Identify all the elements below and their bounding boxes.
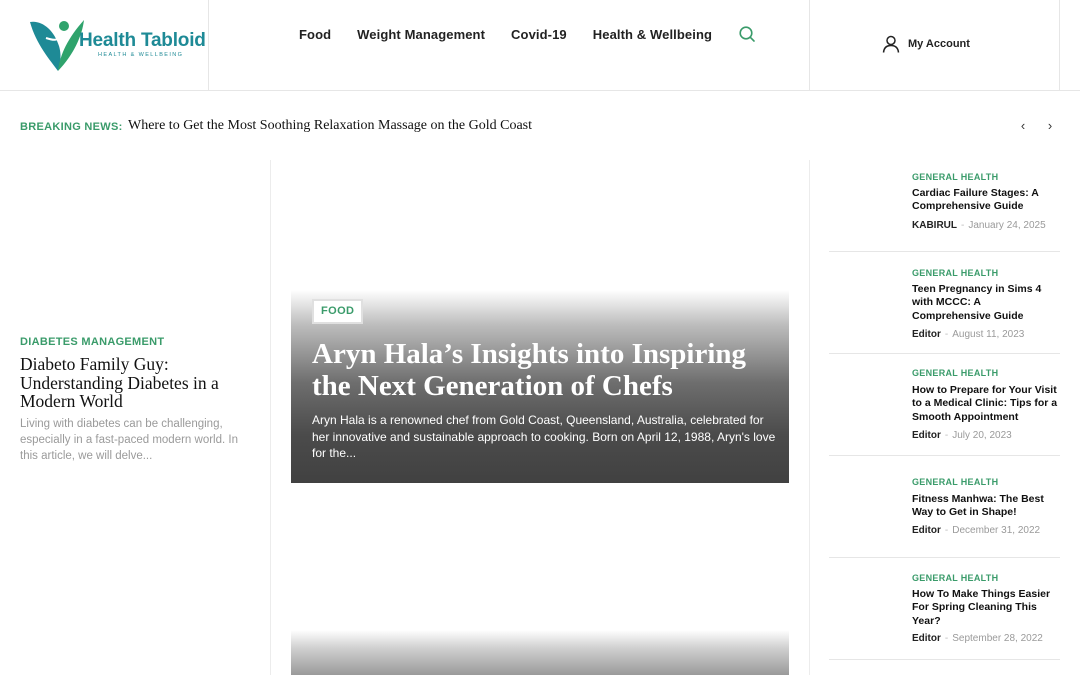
list-item-author[interactable]: Editor — [912, 329, 941, 340]
meta-separator: - — [944, 633, 949, 644]
user-icon — [882, 35, 900, 53]
list-item-date: August 11, 2023 — [952, 329, 1025, 340]
list-item-meta: Editor - September 28, 2022 — [912, 633, 1043, 644]
featured-post-title[interactable]: Aryn Hala’s Insights into Inspiring the … — [312, 338, 782, 402]
list-item-category[interactable]: GENERAL HEALTH — [912, 268, 998, 278]
chevron-left-icon[interactable]: ‹ — [1016, 118, 1030, 133]
list-item-author[interactable]: Editor — [912, 633, 941, 644]
main-nav: Food Weight Management Covid-19 Health &… — [299, 25, 756, 43]
column-divider — [270, 160, 271, 675]
logo-subtitle: HEALTH & WELLBEING — [98, 52, 184, 58]
list-item-title[interactable]: How to Prepare for Your Visit to a Medic… — [912, 384, 1060, 424]
breaking-news-headline[interactable]: Where to Get the Most Soothing Relaxatio… — [128, 118, 532, 134]
site-header: Health Tabloid HEALTH & WELLBEING Food W… — [0, 0, 1080, 91]
breaking-news-label: BREAKING NEWS: — [20, 121, 123, 133]
nav-item-health-wellbeing[interactable]: Health & Wellbeing — [593, 27, 712, 42]
meta-separator: - — [961, 220, 965, 231]
left-post-category[interactable]: DIABETES MANAGEMENT — [20, 336, 164, 348]
left-post-title[interactable]: Diabeto Family Guy: Understanding Diabet… — [20, 355, 250, 411]
my-account-label: My Account — [908, 38, 970, 50]
list-item-title[interactable]: Fitness Manhwa: The Best Way to Get in S… — [912, 493, 1060, 520]
left-post-excerpt: Living with diabetes can be challenging,… — [20, 418, 238, 462]
list-item-date: September 28, 2022 — [952, 633, 1043, 644]
meta-separator: - — [944, 430, 949, 441]
account-area: My Account — [809, 0, 1060, 90]
featured-category-badge[interactable]: FOOD — [312, 299, 364, 324]
my-account-link[interactable]: My Account — [882, 35, 970, 53]
list-item[interactable]: GENERAL HEALTH Teen Pregnancy in Sims 4 … — [829, 252, 1060, 354]
meta-separator: - — [944, 329, 949, 340]
list-item-author[interactable]: Editor — [912, 430, 941, 441]
list-item-category[interactable]: GENERAL HEALTH — [912, 573, 998, 583]
nav-item-weight-management[interactable]: Weight Management — [357, 27, 485, 42]
featured-post[interactable]: FOOD Aryn Hala’s Insights into Inspiring… — [291, 290, 789, 483]
list-item-category[interactable]: GENERAL HEALTH — [912, 172, 998, 182]
list-item-date: January 24, 2025 — [968, 220, 1046, 231]
breaking-news-bar: BREAKING NEWS: Where to Get the Most Soo… — [20, 118, 1060, 136]
meta-separator: - — [944, 525, 949, 536]
list-item-date: July 20, 2023 — [952, 430, 1012, 441]
list-item-author[interactable]: Editor — [912, 525, 941, 536]
second-featured-post[interactable] — [291, 630, 789, 675]
list-item-date: December 31, 2022 — [952, 525, 1041, 536]
list-item-meta: Editor - July 20, 2023 — [912, 430, 1012, 441]
list-item-author[interactable]: KABIRUL — [912, 220, 957, 231]
list-item-category[interactable]: GENERAL HEALTH — [912, 368, 998, 378]
nav-item-covid-19[interactable]: Covid-19 — [511, 27, 567, 42]
search-icon[interactable] — [738, 25, 756, 43]
list-item[interactable]: GENERAL HEALTH Fitness Manhwa: The Best … — [829, 456, 1060, 558]
list-item[interactable]: GENERAL HEALTH Cardiac Failure Stages: A… — [829, 160, 1060, 252]
list-item[interactable]: GENERAL HEALTH How to Prepare for Your V… — [829, 354, 1060, 456]
nav-item-food[interactable]: Food — [299, 27, 331, 42]
list-item-meta: KABIRUL - January 24, 2025 — [912, 220, 1046, 231]
list-item[interactable]: GENERAL HEALTH How To Make Things Easier… — [829, 558, 1060, 660]
list-item-meta: Editor - August 11, 2023 — [912, 329, 1024, 340]
logo-title: Health Tabloid — [79, 30, 206, 51]
column-divider — [809, 160, 810, 675]
list-item-meta: Editor - December 31, 2022 — [912, 525, 1040, 536]
chevron-right-icon[interactable]: › — [1043, 118, 1057, 133]
list-item-title[interactable]: Cardiac Failure Stages: A Comprehensive … — [912, 187, 1060, 214]
list-item-title[interactable]: Teen Pregnancy in Sims 4 with MCCC: A Co… — [912, 283, 1060, 323]
logo-area[interactable]: Health Tabloid HEALTH & WELLBEING — [0, 0, 209, 90]
list-item-title[interactable]: How To Make Things Easier For Spring Cle… — [912, 588, 1060, 628]
list-item-category[interactable]: GENERAL HEALTH — [912, 477, 998, 487]
featured-post-excerpt: Aryn Hala is a renowned chef from Gold C… — [312, 413, 776, 460]
